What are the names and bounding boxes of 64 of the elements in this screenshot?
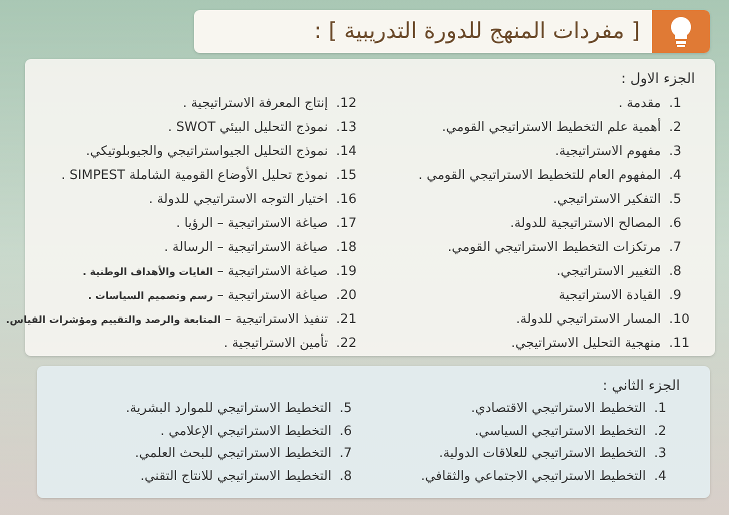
item-number: 16.	[336, 191, 358, 209]
item-text: المصالح الاستراتيجية للدولة.	[510, 215, 661, 233]
item-text: منهجية التحليل الاستراتيجي.	[511, 335, 661, 353]
item-number: 8.	[669, 263, 682, 281]
item-text: اختيار التوجه الاستراتيجي للدولة .	[148, 191, 328, 209]
item-number: 20.	[336, 287, 358, 305]
item-text: التفكير الاستراتيجي.	[552, 191, 661, 209]
item-text: المفهوم العام للتخطيط الاستراتيجي القومي .	[418, 167, 661, 185]
item-text: التخطيط الاستراتيجي الإعلامي .	[160, 422, 332, 440]
item-number: 3.	[669, 143, 682, 161]
item-text: التخطيط الاستراتيجي الاقتصادي.	[471, 400, 646, 418]
item-number: 9.	[669, 287, 682, 305]
item-number: 7.	[669, 239, 682, 257]
item-text: التخطيط الاستراتيجي للانتاج التقني.	[140, 468, 332, 486]
item-number: 12.	[336, 95, 358, 113]
item-text: التخطيط الاستراتيجي للموارد البشرية.	[126, 400, 332, 418]
section-heading: الجزء الثاني :	[602, 377, 680, 396]
item-number: 15.	[336, 167, 358, 185]
item-text: مفهوم الاستراتيجية.	[554, 143, 661, 161]
item-number: 19.	[336, 263, 358, 281]
item-text: صياغة الاستراتيجية – الغايات والأهداف الوطنية .	[82, 263, 328, 281]
item-number: 21.	[336, 311, 358, 329]
item-number: 22.	[336, 335, 358, 353]
item-number: 10.	[669, 311, 691, 329]
item-text: المسار الاستراتيجي للدولة.	[516, 311, 661, 329]
item-text: مقدمة .	[618, 95, 661, 113]
item-text: نموذج تحليل الأوضاع القومية الشاملة SIMPEST .	[61, 166, 328, 185]
item-number: 3.	[654, 445, 668, 463]
item-text: تنفيذ الاستراتيجية – المتابعة والرصد والتقييم ومؤشرات القياس.	[6, 311, 328, 329]
item-number: 7.	[340, 445, 353, 463]
item-text: تأمين الاستراتيجية .	[224, 334, 328, 354]
item-number: 8.	[340, 468, 353, 486]
item-text: نموذج التحليل الجيواستراتيجي والجيوبلوتيكي.	[86, 143, 328, 161]
item-text: القيادة الاستراتيجية	[558, 287, 661, 305]
item-text: نموذج التحليل البيئي SWOT .	[168, 119, 328, 137]
page-title: [ مفردات المنهج للدورة التدريبية ] :	[313, 18, 641, 46]
item-number: 5.	[669, 191, 682, 209]
item-text: التخطيط الاستراتيجي للبحث العلمي.	[134, 445, 332, 463]
item-text: صياغة الاستراتيجية – الرؤيا .	[176, 215, 328, 233]
section-heading: الجزء الاول :	[621, 70, 695, 89]
item-number: 2.	[669, 119, 682, 137]
item-number: 11.	[669, 335, 691, 353]
item-text: إنتاج المعرفة الاستراتيجية .	[182, 95, 328, 113]
item-number: 13.	[336, 119, 358, 137]
item-number: 2.	[654, 422, 668, 440]
item-number: 5.	[340, 400, 353, 418]
item-text: أهمية علم التخطيط الاستراتيجي القومي.	[442, 118, 661, 137]
item-number: 17.	[336, 215, 358, 233]
item-text: التخطيط الاستراتيجي الاجتماعي والثقافي.	[420, 468, 646, 486]
item-number: 14.	[336, 143, 358, 161]
item-text: التغيير الاستراتيجي.	[556, 263, 661, 281]
lightbulb-icon	[652, 10, 710, 53]
item-number: 6.	[669, 215, 682, 233]
item-number: 4.	[654, 468, 668, 486]
item-text: صياغة الاستراتيجية – رسم وتصميم السياسات .	[88, 287, 328, 305]
item-number: 1.	[669, 95, 682, 113]
item-text: التخطيط الاستراتيجي السياسي.	[474, 422, 646, 440]
item-number: 1.	[654, 400, 668, 418]
item-number: 18.	[336, 239, 358, 257]
item-text: صياغة الاستراتيجية – الرسالة .	[164, 239, 328, 257]
item-number: 6.	[340, 422, 353, 440]
item-text: التخطيط الاستراتيجي للعلاقات الدولية.	[439, 445, 646, 463]
item-text: مرتكزات التخطيط الاستراتيجي القومي.	[448, 239, 661, 257]
item-number: 4.	[669, 167, 682, 185]
